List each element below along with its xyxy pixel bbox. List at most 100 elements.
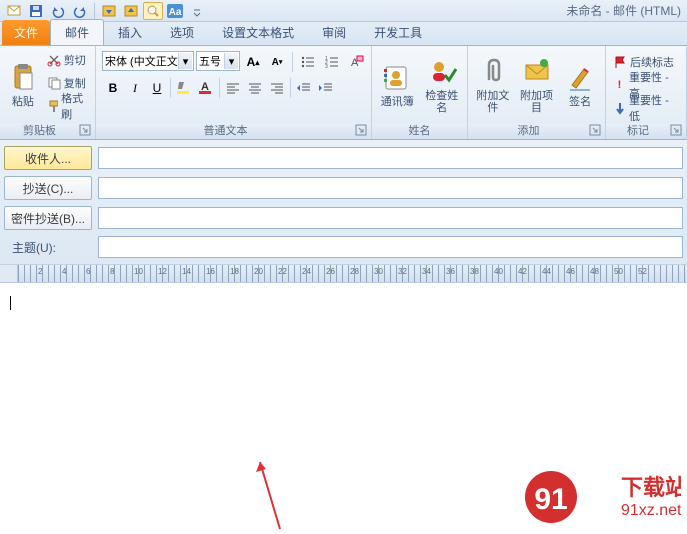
ruler-number: 8	[110, 267, 114, 276]
ruler-number: 16	[206, 267, 215, 276]
find-icon[interactable]	[143, 2, 163, 20]
ruler-number: 50	[614, 267, 623, 276]
ruler-number: 42	[518, 267, 527, 276]
bullets-button[interactable]	[297, 51, 319, 73]
qat-save-icon[interactable]	[26, 2, 46, 20]
qat-next-item-icon[interactable]	[121, 2, 141, 20]
attach-file-label: 附加文件	[474, 90, 512, 114]
ruler-corner	[0, 265, 18, 283]
attach-item-label: 附加项目	[518, 90, 556, 114]
qat-redo-icon[interactable]	[70, 2, 90, 20]
ruler-number: 18	[230, 267, 239, 276]
ruler-number: 4	[62, 267, 66, 276]
signature-button[interactable]: 签名	[559, 49, 601, 120]
attach-item-button[interactable]: 附加项目	[516, 49, 558, 120]
clear-formatting-button[interactable]: A	[345, 51, 367, 73]
ruler-number: 40	[494, 267, 503, 276]
increase-indent-button[interactable]	[315, 77, 337, 99]
group-title-tags: 标记	[606, 123, 686, 139]
ruler-number: 14	[182, 267, 191, 276]
tab-mail[interactable]: 邮件	[50, 19, 104, 45]
cc-button[interactable]: 抄送(C)...	[4, 176, 92, 200]
align-right-button[interactable]	[266, 77, 288, 99]
dialog-launcher-icon[interactable]	[79, 124, 93, 138]
grow-font-button[interactable]: A▴	[242, 51, 264, 73]
cc-input[interactable]	[98, 177, 683, 199]
tab-format-text[interactable]: 设置文本格式	[208, 20, 308, 45]
subject-input[interactable]	[98, 236, 683, 258]
tab-file[interactable]: 文件	[2, 20, 50, 45]
scissors-icon	[47, 53, 61, 67]
message-body[interactable]	[0, 283, 687, 513]
ruler-number: 44	[542, 267, 551, 276]
ruler-number: 26	[326, 267, 335, 276]
tab-developer[interactable]: 开发工具	[360, 20, 436, 45]
font-color-button[interactable]: A	[195, 77, 217, 99]
down-arrow-icon	[613, 101, 626, 115]
group-basic-text: 宋体 (中文正文▾ 五号▾ A▴ A▾ 123 A B I U A	[96, 46, 372, 139]
qat-undo-icon[interactable]	[48, 2, 68, 20]
italic-button[interactable]: I	[124, 77, 146, 99]
format-painter-button[interactable]: 格式刷	[44, 95, 91, 117]
ruler-scale[interactable]: 2468101214161820222426283032343638404244…	[18, 265, 687, 283]
font-name-select[interactable]: 宋体 (中文正文▾	[102, 51, 194, 71]
check-names-button[interactable]: 检查姓名	[421, 49, 464, 120]
group-title-names: 姓名	[372, 123, 467, 139]
cut-button[interactable]: 剪切	[44, 49, 91, 71]
address-book-icon	[381, 62, 413, 94]
bcc-input[interactable]	[98, 207, 683, 229]
group-title-include: 添加	[468, 123, 605, 139]
tab-options[interactable]: 选项	[156, 20, 208, 45]
ruler-number: 20	[254, 267, 263, 276]
underline-button[interactable]: U	[146, 77, 168, 99]
ruler-number: 32	[398, 267, 407, 276]
bcc-button[interactable]: 密件抄送(B)...	[4, 206, 92, 230]
to-button[interactable]: 收件人...	[4, 146, 92, 170]
ruler-number: 38	[470, 267, 479, 276]
highlight-color-button[interactable]	[173, 77, 195, 99]
paste-icon	[7, 62, 39, 94]
signature-label: 签名	[569, 96, 591, 108]
to-input[interactable]	[98, 147, 683, 169]
shrink-font-button[interactable]: A▾	[266, 51, 288, 73]
ruler-number: 52	[638, 267, 647, 276]
align-left-button[interactable]	[222, 77, 244, 99]
bold-button[interactable]: B	[102, 77, 124, 99]
ruler-number: 6	[86, 267, 90, 276]
font-size-select[interactable]: 五号▾	[196, 51, 240, 71]
decrease-indent-button[interactable]	[293, 77, 315, 99]
text-cursor	[10, 296, 11, 310]
tab-review[interactable]: 审阅	[308, 20, 360, 45]
paperclip-icon	[477, 56, 509, 88]
low-importance-button[interactable]: 重要性 - 低	[610, 97, 682, 119]
dialog-launcher-icon[interactable]	[355, 124, 369, 138]
qat-previous-item-icon[interactable]	[99, 2, 119, 20]
address-book-label: 通讯簿	[381, 96, 414, 108]
group-include: 附加文件 附加项目 签名 添加	[468, 46, 606, 139]
align-center-button[interactable]	[244, 77, 266, 99]
check-names-label: 检查姓名	[423, 90, 462, 114]
dialog-launcher-icon[interactable]	[589, 124, 603, 138]
ruler-number: 46	[566, 267, 575, 276]
numbering-button[interactable]: 123	[321, 51, 343, 73]
address-book-button[interactable]: 通讯簿	[376, 49, 419, 120]
ribbon-tabs: 文件 邮件 插入 选项 设置文本格式 审阅 开发工具	[0, 22, 687, 46]
qat-app-icon[interactable]	[4, 2, 24, 20]
horizontal-ruler: 2468101214161820222426283032343638404244…	[0, 265, 687, 283]
qat-separator	[94, 3, 95, 19]
dialog-launcher-icon[interactable]	[670, 124, 684, 138]
attach-item-icon	[521, 56, 553, 88]
ruler-number: 34	[422, 267, 431, 276]
paste-label: 粘贴	[12, 96, 34, 108]
address-fields: 收件人... 抄送(C)... 密件抄送(B)... 主题(U):	[0, 140, 687, 265]
tab-insert[interactable]: 插入	[104, 20, 156, 45]
exclamation-icon: !	[613, 79, 626, 91]
group-clipboard: 粘贴 剪切 复制 格式刷 剪贴板	[0, 46, 96, 139]
text-highlight-icon[interactable]: Aa	[165, 2, 185, 20]
ruler-number: 24	[302, 267, 311, 276]
chevron-down-icon: ▾	[224, 53, 238, 69]
paste-button[interactable]: 粘贴	[4, 49, 42, 120]
signature-icon	[564, 62, 596, 94]
attach-file-button[interactable]: 附加文件	[472, 49, 514, 120]
qat-customize-dropdown[interactable]	[187, 2, 207, 20]
